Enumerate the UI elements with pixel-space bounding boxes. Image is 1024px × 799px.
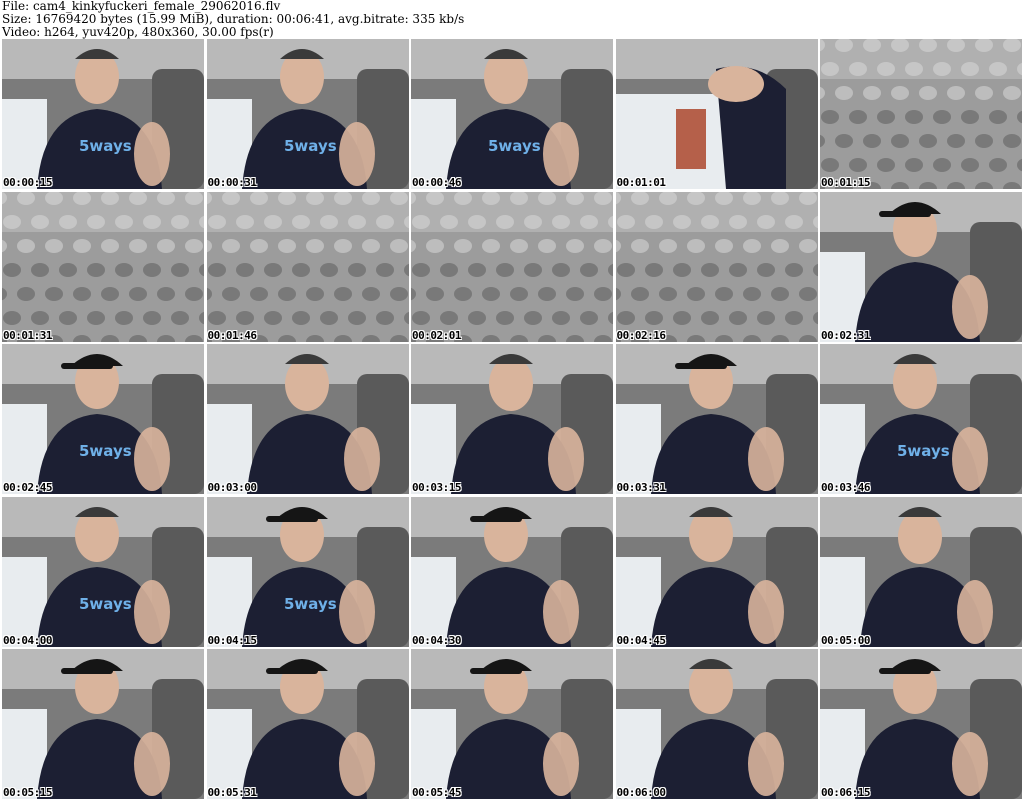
svg-text:5ways: 5ways	[488, 137, 541, 155]
svg-text:5ways: 5ways	[79, 595, 132, 613]
thumbnail-frame-image: 5ways	[411, 39, 613, 189]
thumbnail-frame-image: 5ways	[820, 344, 1022, 494]
video-thumbnail: 5ways 00:03:46	[820, 344, 1022, 494]
video-thumbnail: 00:02:31	[820, 191, 1022, 342]
svg-text:5ways: 5ways	[79, 137, 132, 155]
thumbnail-frame-image	[820, 496, 1022, 647]
video-thumbnail: 00:03:15	[411, 344, 613, 494]
thumbnail-timestamp: 00:03:00	[207, 481, 257, 494]
thumbnail-frame-image	[2, 649, 204, 799]
video-thumbnail: 5ways 00:04:00	[2, 496, 204, 647]
video-thumbnail: 00:05:45	[411, 649, 613, 799]
thumbnail-frame-image	[615, 344, 818, 494]
svg-text:5ways: 5ways	[284, 595, 337, 613]
video-thumbnail: 00:05:15	[2, 649, 204, 799]
video-thumbnail: 00:05:31	[206, 649, 409, 799]
thumbnail-timestamp: 00:06:00	[616, 786, 666, 799]
thumbnail-frame-image: 5ways	[206, 496, 409, 647]
thumbnail-frame-image	[2, 191, 204, 342]
thumbnail-frame-image	[820, 39, 1022, 189]
thumbnail-frame-image	[615, 496, 818, 647]
thumbnail-timestamp: 00:02:31	[821, 328, 870, 342]
video-thumbnail: 00:03:31	[615, 344, 818, 494]
video-thumbnail: 00:06:00	[615, 649, 818, 799]
video-thumbnail: 5ways 00:04:15	[206, 496, 409, 647]
svg-text:5ways: 5ways	[284, 137, 337, 155]
thumbnail-grid: 5ways 00:00:15 5ways 00:00:31 5ways 00:00:46 0…	[2, 39, 1022, 799]
thumbnail-timestamp: 00:02:16	[616, 328, 666, 342]
thumbnail-frame-image	[615, 649, 818, 799]
video-thumbnail: 5ways 00:02:45	[2, 344, 204, 494]
video-thumbnail: 00:01:46	[206, 191, 409, 342]
thumbnail-frame-image: 5ways	[2, 496, 204, 647]
video-thumbnail: 00:06:15	[820, 649, 1022, 799]
thumbnail-frame-image	[820, 649, 1022, 799]
thumbnail-frame-image: 5ways	[2, 344, 204, 494]
thumbnail-timestamp: 00:00:15	[3, 176, 52, 189]
thumbnail-frame-image	[206, 649, 409, 799]
thumbnail-frame-image	[206, 191, 409, 342]
thumbnail-timestamp: 00:04:30	[412, 633, 461, 647]
video-thumbnail: 5ways 00:00:31	[206, 39, 409, 189]
thumbnail-timestamp: 00:04:45	[616, 633, 666, 647]
thumbnail-timestamp: 00:03:46	[821, 481, 870, 494]
video-thumbnail: 00:01:31	[2, 191, 204, 342]
thumbnail-timestamp: 00:01:15	[821, 176, 870, 189]
thumbnail-timestamp: 00:05:00	[821, 633, 870, 647]
video-thumbnail: 00:04:30	[411, 496, 613, 647]
thumbnail-frame-image	[206, 344, 409, 494]
thumbnail-timestamp: 00:00:31	[207, 176, 257, 189]
thumbnail-timestamp: 00:03:15	[412, 481, 461, 494]
video-thumbnail: 00:03:00	[206, 344, 409, 494]
thumbnail-frame-image	[411, 191, 613, 342]
thumbnail-timestamp: 00:01:01	[616, 176, 666, 189]
thumbnail-timestamp: 00:00:46	[412, 176, 461, 189]
thumbnail-frame-image	[820, 191, 1022, 342]
thumbnail-timestamp: 00:03:31	[616, 481, 666, 494]
thumbnail-frame-image: 5ways	[2, 39, 204, 189]
video-thumbnail: 00:02:16	[615, 191, 818, 342]
thumbnail-frame-image: 5ways	[206, 39, 409, 189]
video-thumbnail: 00:02:01	[411, 191, 613, 342]
thumbnail-timestamp: 00:04:15	[207, 633, 257, 647]
svg-text:5ways: 5ways	[897, 442, 950, 460]
thumbnail-timestamp: 00:04:00	[3, 633, 52, 647]
video-info-line: Video: h264, yuv420p, 480x360, 30.00 fps…	[2, 25, 274, 39]
thumbnail-timestamp: 00:01:31	[3, 328, 52, 342]
video-thumbnail: 00:01:01	[615, 39, 818, 189]
video-thumbnail: 00:04:45	[615, 496, 818, 647]
thumbnail-timestamp: 00:01:46	[207, 328, 257, 342]
video-thumbnail: 5ways 00:00:15	[2, 39, 204, 189]
thumbnail-timestamp: 00:05:45	[412, 786, 461, 799]
video-thumbnail: 5ways 00:00:46	[411, 39, 613, 189]
thumbnail-timestamp: 00:05:31	[207, 786, 257, 799]
thumbnail-frame-image	[615, 191, 818, 342]
thumbnail-frame-image	[411, 649, 613, 799]
video-thumbnail: 00:05:00	[820, 496, 1022, 647]
file-info-header: File: cam4_kinkyfuckeri_female_29062016.…	[2, 0, 1022, 39]
thumbnail-frame-image	[615, 39, 818, 189]
video-thumbnail: 00:01:15	[820, 39, 1022, 189]
svg-text:5ways: 5ways	[79, 442, 132, 460]
thumbnail-timestamp: 00:05:15	[3, 786, 52, 799]
thumbnail-timestamp: 00:02:45	[3, 481, 52, 494]
thumbnail-timestamp: 00:02:01	[412, 328, 461, 342]
thumbnail-frame-image	[411, 344, 613, 494]
thumbnail-timestamp: 00:06:15	[821, 786, 870, 799]
thumbnail-frame-image	[411, 496, 613, 647]
